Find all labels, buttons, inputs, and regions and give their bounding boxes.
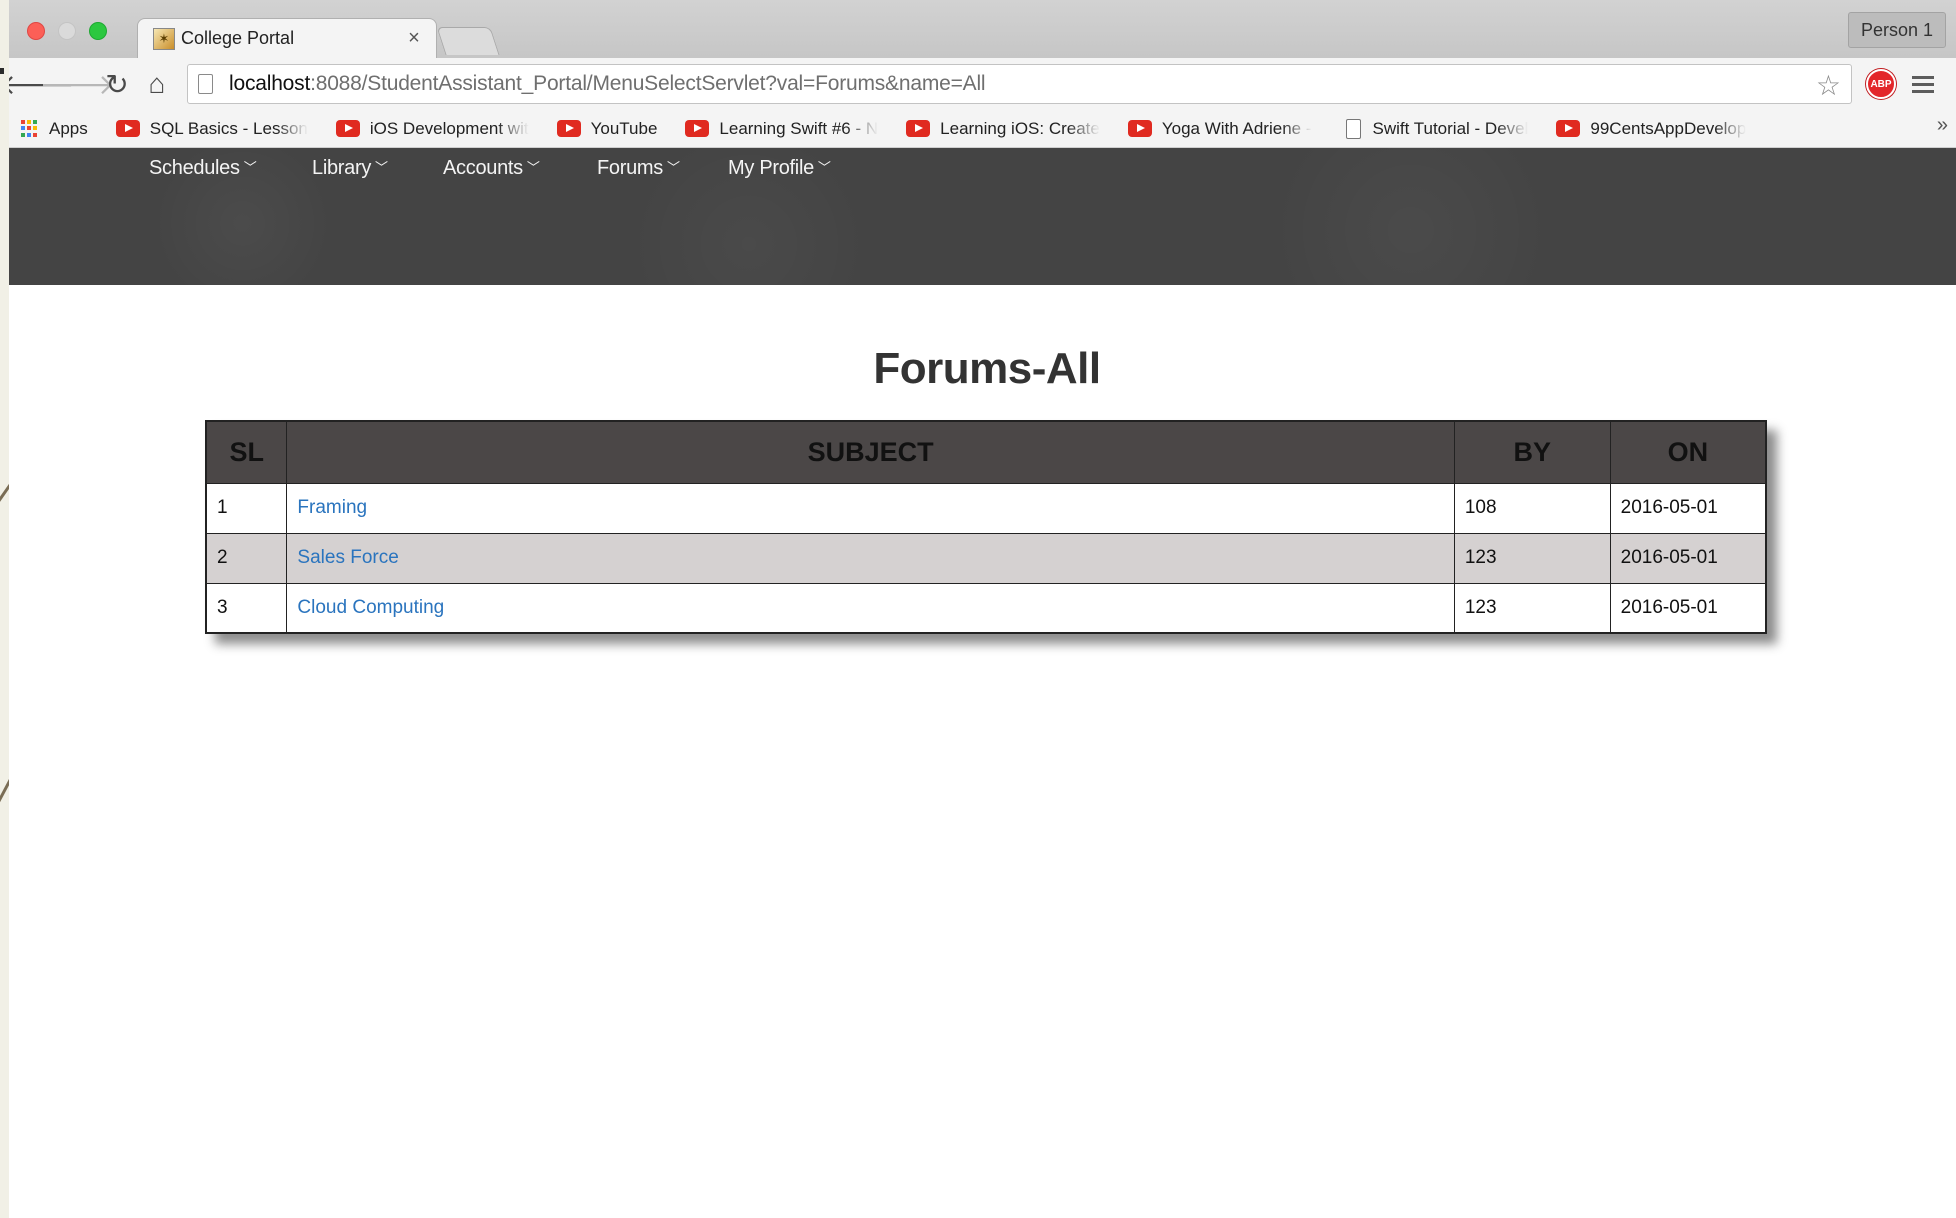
column-header-by: BY	[1453, 420, 1611, 484]
home-icon[interactable]: ⌂	[139, 66, 175, 102]
cell-subject: Framing	[286, 482, 1455, 534]
table-row: 1 Framing 108 2016-05-01	[205, 482, 1767, 534]
bookmark-label: Yoga With Adriene -	[1161, 118, 1312, 138]
chevron-down-icon: ﹀	[666, 160, 680, 175]
adblock-plus-icon[interactable]: ABP	[1866, 69, 1896, 99]
site-favicon-icon: ✶	[153, 27, 175, 50]
chevron-down-icon: ﹀	[817, 160, 831, 175]
browser-window: ✶ College Portal × Person 1 🡐 🡒 ↻ ⌂ loca…	[9, 0, 1956, 1218]
chevron-down-icon: ﹀	[243, 160, 257, 175]
subject-link[interactable]: Sales Force	[297, 547, 398, 568]
nav-accounts[interactable]: Accounts ﹀	[443, 157, 540, 180]
bookmark-ios-development[interactable]: iOS Development wit	[335, 118, 529, 139]
subject-link[interactable]: Cloud Computing	[297, 597, 444, 618]
profile-button[interactable]: Person 1	[1847, 12, 1946, 48]
zoom-window-button[interactable]	[89, 22, 107, 40]
reload-icon[interactable]: ↻	[99, 66, 135, 102]
bookmark-swift-tutorial[interactable]: Swift Tutorial - Devel	[1340, 118, 1529, 139]
youtube-icon	[1127, 120, 1152, 137]
bookmark-label: Learning Swift #6 - N	[719, 118, 879, 138]
cell-on: 2016-05-01	[1609, 482, 1767, 534]
column-header-sl: SL	[205, 420, 288, 484]
tab-strip: ✶ College Portal × Person 1	[9, 0, 1956, 58]
forward-arrow-icon[interactable]: 🡒	[39, 66, 114, 102]
bookmark-yoga[interactable]: Yoga With Adriene -	[1127, 118, 1312, 139]
active-tab[interactable]: ✶ College Portal ×	[137, 18, 437, 58]
cell-on: 2016-05-01	[1609, 582, 1767, 634]
nav-my-profile[interactable]: My Profile ﹀	[728, 157, 831, 180]
bookmark-learning-swift[interactable]: Learning Swift #6 - N	[685, 119, 878, 139]
cell-on: 2016-05-01	[1609, 532, 1767, 584]
bookmark-label: YouTube	[590, 118, 658, 138]
table-row: 2 Sales Force 123 2016-05-01	[205, 532, 1767, 584]
subject-link[interactable]: Framing	[297, 497, 367, 518]
bookmark-sql-basics[interactable]: SQL Basics - Lesson	[115, 118, 308, 139]
site-header: Schedules ﹀ Library ﹀ Accounts ﹀ Forums ﹀ My…	[9, 148, 1956, 285]
column-header-on: ON	[1609, 420, 1767, 484]
bookmark-label: SQL Basics - Lesson	[149, 118, 308, 138]
address-bar[interactable]: localhost:8088/StudentAssistant_Portal/M…	[187, 64, 1852, 104]
bookmark-youtube[interactable]: YouTube	[556, 118, 658, 139]
bookmark-label: iOS Development wit	[369, 118, 529, 138]
table-row: 3 Cloud Computing 123 2016-05-01	[205, 582, 1767, 634]
nav-schedules[interactable]: Schedules ﹀	[149, 157, 257, 180]
nav-forums[interactable]: Forums ﹀	[597, 157, 680, 180]
youtube-icon	[685, 120, 710, 137]
table-header-row: SL SUBJECT BY ON	[205, 420, 1767, 484]
bookmark-learning-ios[interactable]: Learning iOS: Create	[906, 119, 1100, 139]
main-nav: Schedules ﹀ Library ﹀ Accounts ﹀ Forums ﹀ My…	[9, 157, 1956, 187]
cell-by: 123	[1453, 582, 1611, 634]
cell-subject: Sales Force	[286, 532, 1455, 584]
page-title: Forums-All	[873, 344, 1101, 393]
chevron-down-icon: ﹀	[526, 160, 540, 175]
bookmark-label: Learning iOS: Create	[940, 118, 1100, 138]
bookmark-apps[interactable]: Apps	[21, 119, 88, 139]
column-header-subject: SUBJECT	[286, 420, 1455, 484]
tab-close-icon[interactable]: ×	[400, 27, 428, 50]
forums-table-container: SL SUBJECT BY ON 1 Framing 108 2016-05-0…	[205, 420, 1767, 634]
chevron-down-icon: ﹀	[375, 160, 388, 175]
bookmarks-bar: Apps SQL Basics - Lesson iOS Development…	[9, 110, 1956, 148]
youtube-icon	[335, 120, 360, 137]
apps-grid-icon	[21, 119, 39, 138]
youtube-icon	[906, 120, 931, 137]
bookmark-label: 99CentsAppDevelop	[1590, 118, 1747, 138]
page-viewport: Schedules ﹀ Library ﹀ Accounts ﹀ Forums ﹀ My…	[9, 148, 1956, 1218]
new-tab-button[interactable]	[436, 27, 500, 55]
youtube-icon	[115, 120, 140, 137]
minimize-window-button[interactable]	[58, 22, 76, 40]
youtube-icon	[1556, 120, 1581, 137]
cell-sl: 1	[205, 482, 288, 534]
browser-menu-icon[interactable]	[1912, 75, 1934, 93]
cell-subject: Cloud Computing	[286, 582, 1455, 634]
youtube-icon	[556, 120, 581, 137]
browser-toolbar: 🡐 🡒 ↻ ⌂ localhost:8088/StudentAssistant_…	[9, 58, 1956, 110]
tab-title: College Portal	[181, 28, 295, 48]
cell-by: 123	[1453, 532, 1611, 584]
cell-sl: 3	[205, 582, 288, 634]
bookmark-99cents[interactable]: 99CentsAppDevelop	[1556, 119, 1746, 139]
close-window-button[interactable]	[27, 22, 45, 40]
bookmark-label: Swift Tutorial - Devel	[1372, 118, 1529, 138]
bookmark-label: Apps	[49, 118, 88, 138]
forums-table: SL SUBJECT BY ON 1 Framing 108 2016-05-0…	[205, 420, 1767, 634]
decorative-mark	[0, 68, 4, 74]
cell-sl: 2	[205, 532, 288, 584]
document-icon	[1345, 118, 1361, 139]
nav-library[interactable]: Library ﹀	[312, 157, 388, 180]
url-text[interactable]: localhost:8088/StudentAssistant_Portal/M…	[229, 72, 986, 96]
bookmark-star-icon[interactable]: ☆	[1816, 69, 1841, 102]
cell-by: 108	[1453, 482, 1611, 534]
more-bookmarks-icon[interactable]: »	[1937, 114, 1948, 137]
page-icon	[198, 74, 213, 94]
